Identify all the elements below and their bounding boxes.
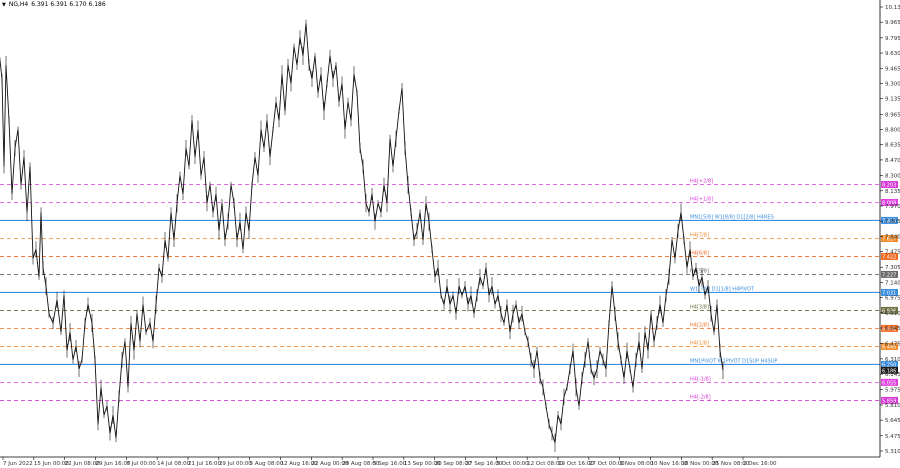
time-tick-label: 5 Oct 00:00 xyxy=(496,461,529,467)
price-tick-label: 5.310 xyxy=(885,449,900,455)
price-tick-label: 8.635 xyxy=(885,143,900,149)
time-tick-label: 29 Jul 00:00 xyxy=(219,461,252,467)
level-label: H4[-1/8] xyxy=(690,376,711,382)
price-tag-label: 7.227 xyxy=(882,272,896,278)
time-tick-label: 5 Sep 16:00 xyxy=(373,461,407,467)
level-label: H4[-2/8] xyxy=(690,394,711,400)
time-tick-label: 7 Jun 2022 xyxy=(3,461,33,467)
level-label: H4[+1/8] xyxy=(690,196,713,202)
price-tick-label: 10.130 xyxy=(885,5,900,11)
price-tick-label: 7.805 xyxy=(885,219,900,225)
price-axis[interactable]: 10.130 9.965 9.795 9.630 9.465 9.300 9.135 8.96… xyxy=(880,5,900,455)
price-tick-label: 6.810 xyxy=(885,311,900,317)
price-tag-label: 6.055 xyxy=(882,380,896,386)
time-tick-label: 2 Dec 16:00 xyxy=(743,461,777,467)
price-tick-label: 6.975 xyxy=(885,296,900,302)
price-tick-label: 8.135 xyxy=(885,189,900,195)
time-tick-label: 7 Jul 00:00 xyxy=(126,461,156,467)
level-label: H4[3/8] xyxy=(690,304,709,310)
time-tick-label: 3 Nov 08:00 xyxy=(620,461,654,467)
price-tick-label: 5.975 xyxy=(885,388,900,394)
time-tick-label: 21 Jul 16:00 xyxy=(188,461,221,467)
level-label: MN1[5/8] W1[8/8] D1[2/8] H4RES xyxy=(690,214,774,220)
price-tag-label: 8.203 xyxy=(882,183,896,189)
price-tick-label: 7.140 xyxy=(885,280,900,286)
price-tick-label: 6.645 xyxy=(885,326,900,332)
price-tick-label: 6.145 xyxy=(885,372,900,378)
price-tick-label: 9.630 xyxy=(885,51,900,57)
price-tick-label: 7.970 xyxy=(885,204,900,210)
price-tick-label: 7.475 xyxy=(885,250,900,256)
price-tick-label: 8.470 xyxy=(885,158,900,164)
price-tick-label: 5.645 xyxy=(885,418,900,424)
level-label: H4[6/8] xyxy=(690,250,709,256)
price-tick-label: 9.795 xyxy=(885,36,900,42)
level-label: MN1PIVOT W1PIVOT D1SUP H4SUP xyxy=(690,358,777,364)
level-label: H4[+2/8] xyxy=(690,179,713,185)
price-tick-label: 5.810 xyxy=(885,403,900,409)
time-tick-label: 5 Aug 08:00 xyxy=(250,461,284,467)
price-tick-label: 5.475 xyxy=(885,434,900,440)
level-label: H4[2/8] xyxy=(690,322,709,328)
price-chart[interactable]: H4[+2/8] H4[+1/8] MN1[5/8] W1[8/8] D1[2/8]… xyxy=(0,0,900,468)
price-tags-layer: 8.2038.0087.8137.6177.4227.2277.0316.836… xyxy=(881,181,898,404)
level-label: H4[1/8] xyxy=(690,340,709,346)
time-axis[interactable]: 7 Jun 2022 15 Jun 00:0022 Jun 08:0029 Jun… xyxy=(2,457,777,467)
price-line xyxy=(0,23,724,443)
price-tick-label: 9.300 xyxy=(885,81,900,87)
price-tick-label: 9.465 xyxy=(885,66,900,72)
time-tick-label: 14 Jul 08:00 xyxy=(157,461,190,467)
price-tick-label: 8.800 xyxy=(885,128,900,134)
price-tick-label: 8.300 xyxy=(885,174,900,180)
price-tick-label: 7.640 xyxy=(885,234,900,240)
price-series-layer xyxy=(0,19,724,452)
price-tick-label: 9.965 xyxy=(885,20,900,26)
price-tick-label: 6.475 xyxy=(885,342,900,348)
level-label: W1[7/8] D1[1/8] H4PIVOT xyxy=(690,286,755,292)
price-tick-label: 9.135 xyxy=(885,97,900,103)
level-label: H4[7/8] xyxy=(690,232,709,238)
price-tick-label: 7.305 xyxy=(885,265,900,271)
price-tick-label: 6.310 xyxy=(885,357,900,363)
price-tick-label: 8.965 xyxy=(885,112,900,118)
